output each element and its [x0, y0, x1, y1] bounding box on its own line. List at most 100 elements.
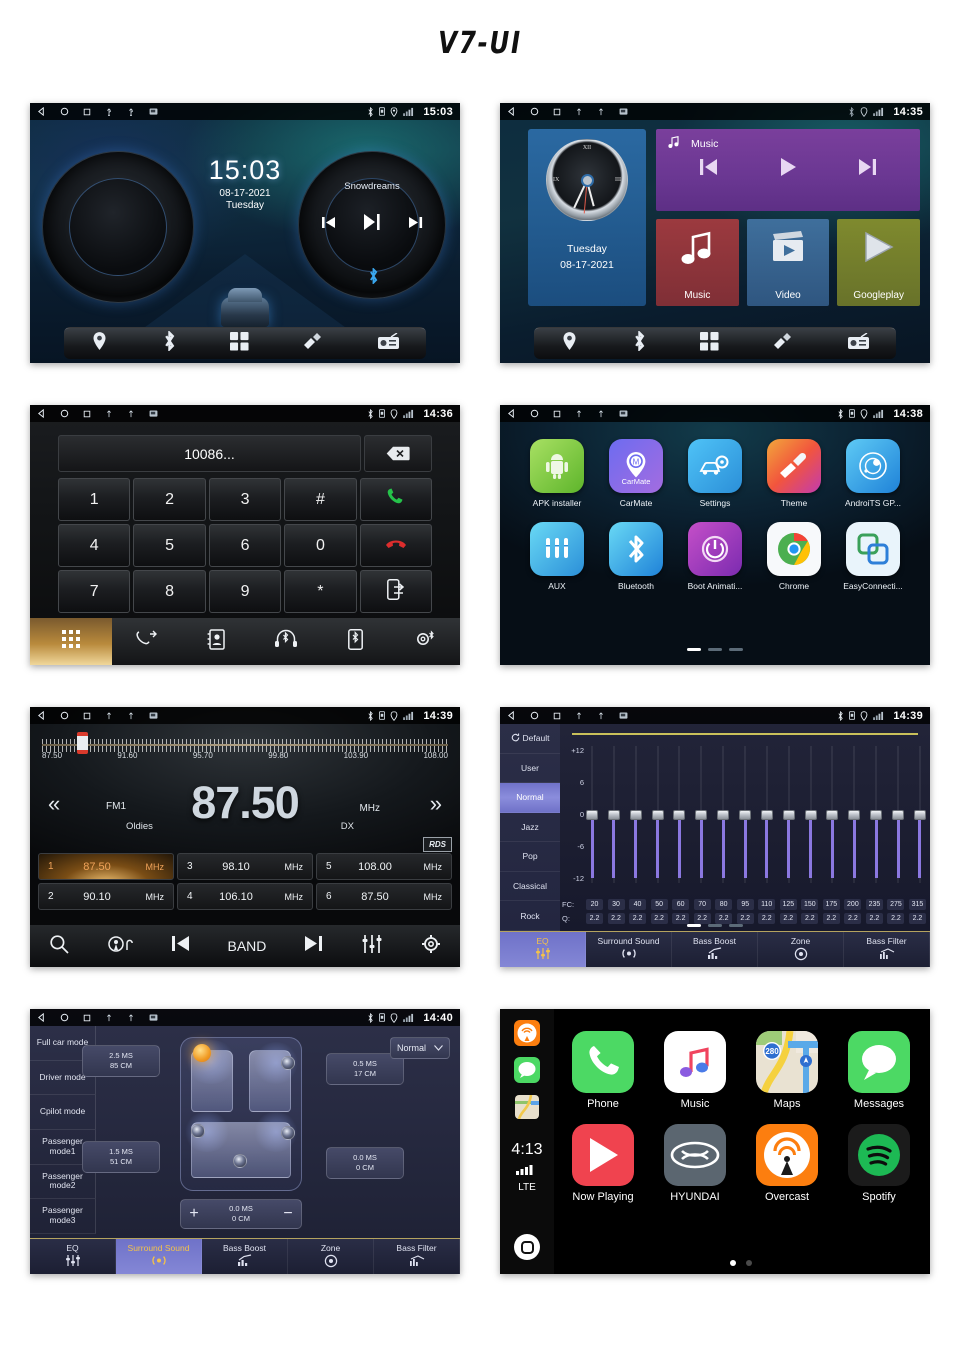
app-aux[interactable]: AUX	[522, 522, 592, 591]
carplay-page-indicator[interactable]	[562, 1260, 920, 1266]
panel-app-drawer[interactable]: 14:38 APK installer M CarMate CarMate Se…	[500, 405, 930, 665]
page-dot-3[interactable]	[729, 924, 743, 927]
mode-dropdown[interactable]: Normal	[390, 1037, 450, 1059]
page-indicator[interactable]	[500, 924, 930, 927]
hangup-button[interactable]	[359, 524, 433, 567]
app-bluetooth[interactable]: Bluetooth	[601, 522, 671, 591]
preset-grid[interactable]: 1 87.50 MHz 3 98.10 MHz 5 108.00 MHz 2 9…	[38, 853, 452, 910]
audio-tab-bar[interactable]: EQ Surround Sound Bass Boost Zone Bass F…	[500, 931, 930, 967]
home-dock[interactable]	[64, 327, 426, 359]
q-value[interactable]: 2.2	[586, 913, 603, 924]
bluetooth-icon[interactable]	[163, 329, 176, 356]
slider-knob[interactable]	[739, 809, 752, 820]
fc-value[interactable]: 60	[672, 899, 690, 910]
slider-knob[interactable]	[695, 809, 708, 820]
tab-eq[interactable]: EQ	[30, 1239, 116, 1274]
app-theme[interactable]: Theme	[759, 439, 829, 508]
fc-value[interactable]: 235	[865, 899, 883, 910]
tab-zone[interactable]: Zone	[758, 932, 844, 967]
recents-icon[interactable]	[553, 410, 561, 418]
q-value[interactable]: 2.2	[779, 913, 797, 924]
fc-values[interactable]: 20 30 40 50 60 70 80 95 110 125 150 175 200 235 275 315	[586, 899, 926, 910]
play-pause-icon[interactable]	[361, 213, 383, 236]
fc-value[interactable]: 20	[586, 899, 603, 910]
tab-eq[interactable]: EQ	[500, 932, 586, 967]
app-icon-grid[interactable]: APK installer M CarMate CarMate Settings	[522, 439, 908, 605]
carplay-sidebar[interactable]: 4:13 LTE	[500, 1009, 554, 1274]
carplay-app-spotify[interactable]: Spotify	[838, 1124, 920, 1203]
delay-rear-left[interactable]: 1.5 MS 51 CM	[82, 1141, 160, 1174]
eq-band-40[interactable]	[629, 746, 642, 883]
eq-band-60[interactable]	[673, 746, 686, 883]
slider-knob[interactable]	[651, 809, 664, 820]
eq-preset-user[interactable]: User	[500, 754, 560, 784]
settings-icon[interactable]	[421, 934, 441, 959]
key-hash[interactable]: #	[284, 478, 357, 521]
prev-track-icon[interactable]	[697, 158, 719, 181]
apps-grid-icon[interactable]	[699, 331, 719, 356]
home-icon[interactable]	[60, 107, 69, 116]
q-values[interactable]: 2.2 2.2 2.2 2.2 2.2 2.2 2.2 2.2 2.2 2.2 2.2 2.2 2.2 2…	[586, 913, 926, 924]
tab-bt-audio[interactable]	[251, 618, 321, 665]
page-dot-1[interactable]	[687, 924, 701, 927]
next-station-icon[interactable]	[304, 935, 323, 957]
eq-band-235[interactable]	[870, 746, 883, 883]
next-track-icon[interactable]	[857, 158, 879, 181]
eq-band-125[interactable]	[782, 746, 795, 883]
eq-preset-classical[interactable]: Classical	[500, 872, 560, 902]
location-icon[interactable]	[561, 331, 578, 356]
increase-button[interactable]: +	[181, 1205, 207, 1223]
carplay-app-grid[interactable]: Phone Music 280 Maps Messages Now Playin…	[562, 1031, 920, 1217]
tab-bass-filter[interactable]: Bass Filter	[844, 932, 930, 967]
maps-icon[interactable]	[514, 1094, 540, 1120]
tab-bass-filter[interactable]: Bass Filter	[374, 1239, 460, 1274]
radio-bottom-bar[interactable]: BAND	[30, 925, 460, 967]
prev-station-icon[interactable]	[171, 935, 190, 957]
theme-brush-icon[interactable]	[303, 332, 323, 355]
q-value[interactable]: 2.2	[908, 913, 926, 924]
eq-band-175[interactable]	[826, 746, 839, 883]
call-button[interactable]	[359, 478, 433, 521]
eq-preset-jazz[interactable]: Jazz	[500, 813, 560, 843]
carplay-app-maps[interactable]: 280 Maps	[746, 1031, 828, 1110]
app-settings[interactable]: Settings	[680, 439, 750, 508]
tile-music[interactable]: Music	[656, 219, 739, 306]
eq-band-80[interactable]	[717, 746, 730, 883]
q-value[interactable]: 2.2	[758, 913, 776, 924]
app-boot-animation[interactable]: Boot Animati...	[680, 522, 750, 591]
key-1[interactable]: 1	[58, 478, 131, 521]
key-2[interactable]: 2	[133, 478, 206, 521]
fc-value[interactable]: 95	[736, 899, 754, 910]
q-value[interactable]: 2.2	[607, 913, 625, 924]
home-icon[interactable]	[60, 1013, 69, 1022]
slider-knob[interactable]	[717, 809, 730, 820]
slider-knob[interactable]	[607, 809, 620, 820]
slider-knob[interactable]	[760, 809, 773, 820]
mode-cpilot[interactable]: Cpilot mode	[30, 1095, 96, 1130]
home-icon[interactable]	[530, 711, 539, 720]
bluetooth-icon[interactable]	[633, 329, 646, 356]
preset-6[interactable]: 6 87.50 MHz	[316, 883, 452, 910]
eq-band-70[interactable]	[695, 746, 708, 883]
key-0[interactable]: 0	[284, 524, 357, 567]
slider-knob[interactable]	[804, 809, 817, 820]
eq-band-20[interactable]	[586, 746, 598, 883]
tab-surround-sound[interactable]: Surround Sound	[116, 1239, 202, 1274]
search-icon[interactable]	[49, 934, 69, 959]
clock-widget[interactable]: XII III IX Tuesday 08-17-2021	[528, 129, 646, 306]
radio-icon[interactable]	[377, 332, 399, 354]
carplay-app-now-playing[interactable]: Now Playing	[562, 1124, 644, 1203]
dialed-number[interactable]: 10086...	[58, 435, 361, 472]
q-value[interactable]: 2.2	[736, 913, 754, 924]
preset-5[interactable]: 5 108.00 MHz	[316, 853, 452, 880]
dialer-keypad[interactable]: 1 2 3 # 4 5 6 0 7 8 9 *	[58, 478, 433, 613]
q-value[interactable]: 2.2	[844, 913, 862, 924]
page-dot-2[interactable]	[708, 924, 722, 927]
carplay-app-overcast[interactable]: Overcast	[746, 1124, 828, 1203]
slider-knob[interactable]	[629, 809, 642, 820]
eq-band-315[interactable]	[913, 746, 926, 883]
tab-zone[interactable]: Zone	[288, 1239, 374, 1274]
music-widget-controls[interactable]	[668, 157, 908, 182]
eq-band-200[interactable]	[848, 746, 861, 883]
tune-up-button[interactable]: »	[430, 791, 442, 817]
